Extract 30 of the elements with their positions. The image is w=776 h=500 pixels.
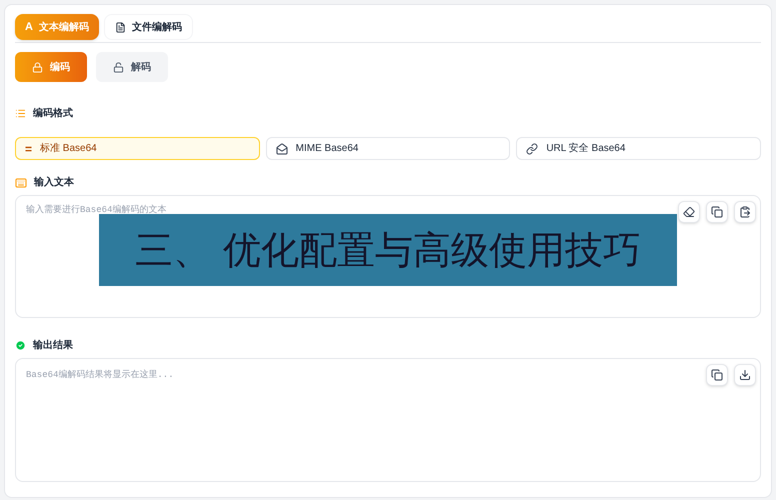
keyboard-icon [15,176,27,188]
paste-button[interactable] [734,201,756,223]
section-title: 输出结果 [33,338,73,353]
format-option[interactable]: = 标准 Base64 [15,137,260,160]
format-option[interactable]: URL 安全 Base64 [516,137,761,160]
output-field[interactable]: Base64编解码结果将显示在这里... [15,358,761,482]
copy-icon [711,206,723,218]
link-icon [526,142,538,154]
envelope-icon [276,142,288,154]
decode-button[interactable]: 解码 [96,52,168,82]
copy-icon [711,369,723,381]
list-icon [15,108,26,119]
clear-button[interactable] [678,201,700,223]
lock-icon [32,62,43,72]
copy-button[interactable] [706,201,728,223]
check-icon [15,340,26,351]
eraser-icon [683,206,695,218]
unlocked-icon [113,62,124,72]
tab[interactable]: 文件编解码 [104,14,193,40]
download-icon [739,369,751,381]
section-title: 编码格式 [33,106,73,121]
heading-banner: 三、 优化配置与高级使用技巧 [99,214,677,286]
document-icon [114,22,126,32]
download-button[interactable] [734,364,756,386]
equals-icon: = [25,140,32,158]
clipboard-icon [739,206,751,218]
format-option[interactable]: MIME Base64 [266,137,510,160]
copy-button[interactable] [706,364,728,386]
letter-icon: A [25,18,33,36]
section-title: 输入文本 [34,176,74,190]
